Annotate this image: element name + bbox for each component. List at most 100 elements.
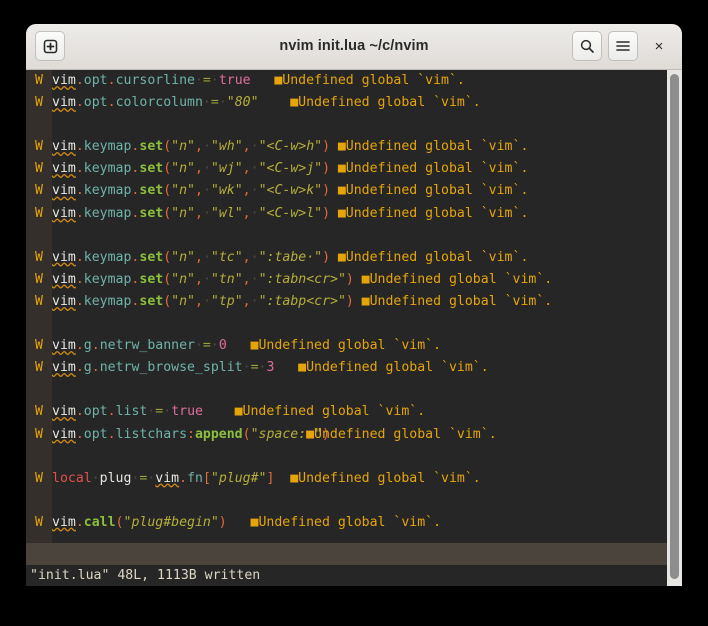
line-code: vim.opt.listchars:append("space:·")	[52, 427, 330, 442]
code-token: .	[107, 404, 116, 420]
diagnostic-message: ■Undefined global `vim`.	[290, 470, 481, 486]
editor-line[interactable]	[26, 114, 667, 136]
code-token: ,	[194, 161, 203, 177]
editor-line[interactable]	[26, 379, 667, 401]
code-token: vim	[52, 249, 76, 265]
editor-line[interactable]: Wvim.keymap.set("n",·"tn",·":tabn<cr>") ■…	[26, 269, 667, 291]
line-code: vim.call("plug#begin")	[52, 515, 227, 530]
editor-lines[interactable]: Wvim.opt.cursorline·=·true ■Undefined glo…	[26, 70, 667, 579]
close-button[interactable]: ×	[644, 31, 674, 61]
scrollbar-track[interactable]	[667, 70, 682, 586]
editor-line[interactable]: Wvim.opt.listchars:append("space:·") ■Und…	[26, 424, 667, 446]
code-token: set	[139, 139, 164, 155]
code-token: ·	[91, 470, 100, 486]
line-code: vim.keymap.set("n",·"wh",·"<C-w>h")	[52, 139, 330, 154]
code-token: vim	[52, 271, 76, 287]
code-token: ·	[202, 205, 211, 221]
editor-line[interactable]: Wvim.keymap.set("n",·"wj",·"<C-w>j") ■Und…	[26, 158, 667, 180]
line-code: vim.keymap.set("n",·"tp",·":tabp<cr>")	[52, 294, 354, 309]
code-token: "wl"	[210, 205, 243, 221]
editor-line[interactable]: Wlocal·plug·=·vim.fn["plug#"] ■Undefined …	[26, 468, 667, 490]
statusline: init.lua 33,1 40%	[26, 543, 667, 583]
code-token: ·	[218, 95, 227, 111]
editor-line[interactable]: Wvim.keymap.set("n",·"wl",·"<C-w>l") ■Und…	[26, 203, 667, 225]
code-token: ,	[194, 249, 203, 265]
editor-line[interactable]: Wvim.keymap.set("n",·"tc",·":tabe·") ■Und…	[26, 247, 667, 269]
editor-line[interactable]: Wvim.opt.cursorline·=·true ■Undefined glo…	[26, 70, 667, 92]
close-icon: ×	[654, 37, 664, 55]
code-token: (	[163, 293, 172, 309]
code-token: true	[171, 404, 203, 420]
code-token: (	[163, 249, 172, 265]
editor-line[interactable]	[26, 225, 667, 247]
line-code: vim.keymap.set("n",·"tc",·":tabe·")	[52, 250, 330, 265]
line-code: vim.opt.colorcolumn·=·"80"	[52, 95, 259, 110]
code-token: .	[75, 161, 84, 177]
window-titlebar: nvim init.lua ~/c/nvim ×	[26, 24, 682, 70]
code-token: "tc"	[210, 249, 243, 265]
code-token: "plug#begin"	[123, 514, 219, 530]
editor-line[interactable]: Wvim.g.netrw_banner·=·0 ■Undefined global…	[26, 335, 667, 357]
code-token: "n"	[171, 249, 195, 265]
editor-line[interactable]: Wvim.opt.colorcolumn·=·"80" ■Undefined gl…	[26, 92, 667, 114]
diagnostic-message: ■Undefined global `vim`.	[361, 271, 553, 287]
code-token: g	[83, 338, 92, 354]
editor-line[interactable]: Wvim.opt.list·=·true ■Undefined global `v…	[26, 401, 667, 423]
code-token: vim	[52, 139, 76, 155]
diagnostic-message: ■Undefined global `vim`.	[306, 426, 497, 442]
code-token: .	[91, 338, 100, 354]
code-token: "n"	[171, 161, 195, 177]
editor-line[interactable]: Wvim.g.netrw_browse_split·=·3 ■Undefined …	[26, 357, 667, 379]
code-token: :	[187, 426, 195, 442]
menu-button[interactable]	[608, 31, 638, 61]
code-token: ,	[194, 205, 203, 221]
command-line-message: "init.lua" 48L, 1113B written	[26, 565, 667, 586]
code-token: .	[75, 338, 84, 354]
code-token: true	[218, 73, 251, 88]
code-token: ,	[242, 161, 251, 177]
code-token: [	[202, 470, 211, 486]
code-token: ]	[266, 470, 275, 486]
code-token: =	[202, 338, 211, 354]
line-code: vim.keymap.set("n",·"wl",·"<C-w>l")	[52, 206, 330, 221]
code-token: cursorline	[115, 73, 195, 88]
code-token: opt	[83, 95, 108, 111]
code-token: ·	[202, 293, 211, 309]
code-token: ·	[202, 249, 211, 265]
code-token: ·	[194, 338, 203, 354]
code-token: .	[75, 183, 84, 199]
code-token: opt	[83, 404, 108, 420]
code-token: (	[163, 139, 172, 155]
code-token: ,	[242, 293, 251, 309]
code-token: set	[139, 205, 164, 221]
nvim-editor[interactable]: Wvim.opt.cursorline·=·true ■Undefined glo…	[26, 70, 667, 586]
code-token: )	[345, 293, 354, 309]
code-token: keymap	[83, 183, 132, 199]
editor-line[interactable]	[26, 490, 667, 512]
editor-line[interactable]	[26, 313, 667, 335]
diagnostic-sign: W	[35, 404, 43, 420]
code-token: )	[322, 205, 331, 221]
code-token: vim	[52, 404, 76, 420]
code-token: )	[322, 249, 331, 265]
editor-line[interactable]: Wvim.call("plug#begin") ■Undefined global…	[26, 512, 667, 534]
code-token: .	[75, 404, 84, 420]
code-token: opt	[83, 426, 108, 442]
code-token: set	[139, 249, 164, 265]
editor-line[interactable]: Wvim.keymap.set("n",·"wh",·"<C-w>h") ■Und…	[26, 136, 667, 158]
code-token: .	[75, 514, 84, 530]
editor-line[interactable]	[26, 446, 667, 468]
code-token: "<C-w>h"	[258, 139, 323, 155]
code-token: call	[83, 514, 116, 530]
code-token: ·	[202, 95, 211, 111]
code-token: ·	[202, 161, 211, 177]
editor-line[interactable]: Wvim.keymap.set("n",·"tp",·":tabp<cr>") ■…	[26, 291, 667, 313]
scrollbar-thumb[interactable]	[670, 74, 679, 579]
editor-line[interactable]: Wvim.keymap.set("n",·"wk",·"<C-w>k") ■Und…	[26, 180, 667, 202]
code-token: (	[163, 183, 172, 199]
code-token: (	[163, 271, 172, 287]
search-button[interactable]	[572, 31, 602, 61]
code-token: vim	[52, 293, 76, 309]
code-token: "n"	[171, 139, 195, 155]
code-token: ":tabp<cr>"	[258, 293, 346, 309]
